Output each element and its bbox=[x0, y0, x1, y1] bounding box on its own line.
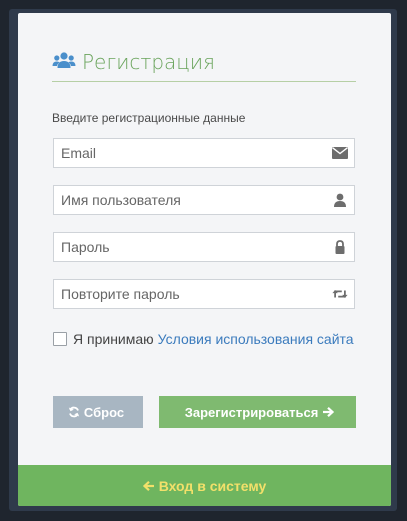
login-link-label: Вход в систему bbox=[158, 477, 267, 494]
form-subtitle: Введите регистрационные данные bbox=[52, 111, 246, 125]
reset-button-label: Сброс bbox=[83, 404, 125, 420]
users-icon bbox=[52, 52, 76, 68]
reset-button[interactable]: Сброс bbox=[53, 396, 143, 428]
lock-icon bbox=[335, 240, 345, 254]
repeat-password-field[interactable] bbox=[53, 279, 355, 309]
user-icon bbox=[334, 193, 346, 207]
terms-row: Я принимаю Условия использования сайта bbox=[53, 330, 354, 348]
register-button[interactable]: Зарегистрироваться bbox=[159, 396, 356, 428]
repeat-password-input[interactable] bbox=[54, 280, 321, 308]
password-field[interactable] bbox=[53, 232, 355, 262]
arrow-right-icon bbox=[323, 406, 335, 418]
username-input[interactable] bbox=[54, 186, 321, 214]
email-field[interactable] bbox=[53, 138, 355, 168]
page-title: Регистрация bbox=[82, 50, 215, 74]
arrow-left-icon bbox=[142, 480, 154, 491]
registration-card: Регистрация Введите регистрационные данн… bbox=[18, 13, 391, 506]
login-link[interactable]: Вход в систему bbox=[18, 465, 391, 506]
envelope-icon bbox=[332, 147, 348, 159]
email-input[interactable] bbox=[54, 139, 321, 167]
username-field[interactable] bbox=[53, 185, 355, 215]
terms-link[interactable]: Условия использования сайта bbox=[158, 331, 354, 347]
retweet-icon bbox=[332, 290, 348, 298]
register-button-label: Зарегистрироваться bbox=[184, 404, 319, 420]
terms-label: Я принимаю bbox=[73, 331, 154, 347]
password-input[interactable] bbox=[54, 233, 321, 261]
terms-checkbox[interactable] bbox=[53, 332, 67, 346]
refresh-icon bbox=[68, 406, 80, 418]
form-header: Регистрация bbox=[52, 49, 356, 82]
